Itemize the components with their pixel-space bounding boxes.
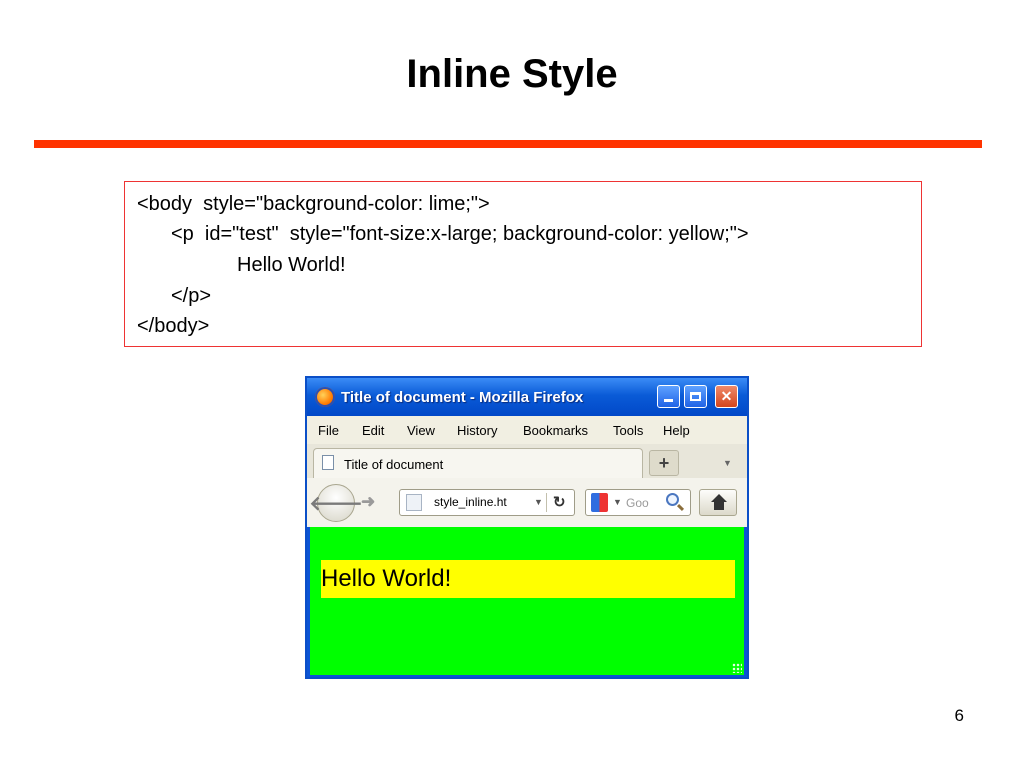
menu-view[interactable]: View (407, 423, 435, 438)
home-button[interactable] (699, 489, 737, 516)
code-box: <body style="background-color: lime;"> <… (124, 181, 922, 347)
menu-history[interactable]: History (457, 423, 497, 438)
maximize-button[interactable] (684, 385, 707, 408)
search-engine-dropdown-icon[interactable]: ▼ (613, 497, 622, 507)
search-icon[interactable] (666, 493, 679, 506)
window-titlebar[interactable]: Title of document - Mozilla Firefox ✕ (307, 378, 747, 416)
window-title: Title of document - Mozilla Firefox (341, 389, 584, 406)
search-bar[interactable]: ▼ Goo (585, 489, 691, 516)
menu-file[interactable]: File (318, 423, 339, 438)
url-separator (546, 493, 547, 512)
firefox-logo-icon (315, 387, 335, 407)
new-tab-button[interactable]: + (649, 450, 679, 476)
minimize-button[interactable] (657, 385, 680, 408)
resize-grip[interactable] (732, 663, 742, 673)
back-button[interactable]: 🡐 (309, 484, 363, 522)
slide-title: Inline Style (406, 52, 618, 96)
tab-label: Title of document (344, 457, 444, 472)
menu-edit[interactable]: Edit (362, 423, 384, 438)
close-button[interactable]: ✕ (715, 385, 738, 408)
google-icon[interactable] (591, 493, 608, 512)
url-text[interactable]: style_inline.ht (434, 495, 507, 509)
code-line: </p> (171, 285, 212, 307)
code-line: <body style="background-color: lime;"> (137, 193, 490, 215)
menu-help[interactable]: Help (663, 423, 690, 438)
menu-bar: File Edit View History Bookmarks Tools H… (307, 416, 747, 444)
hello-paragraph: Hello World! (321, 560, 735, 598)
code-line: </body> (137, 315, 210, 337)
forward-button[interactable]: ➜ (361, 492, 375, 512)
page-number: 6 (954, 706, 964, 725)
maximize-icon (690, 392, 701, 401)
minimize-icon (664, 399, 673, 402)
search-input[interactable]: Goo (626, 496, 649, 510)
browser-chrome: File Edit View History Bookmarks Tools H… (307, 416, 747, 527)
page-content: Hello World! (310, 527, 744, 675)
back-arrow-icon: 🡐 (309, 492, 363, 515)
url-bar[interactable]: style_inline.ht ▼ ↻ (399, 489, 575, 516)
url-dropdown-icon[interactable]: ▼ (534, 497, 543, 507)
home-icon (711, 494, 727, 502)
page-icon (406, 494, 422, 511)
firefox-window: Title of document - Mozilla Firefox ✕ Fi… (305, 376, 749, 679)
close-icon: ✕ (720, 388, 733, 404)
tab-document[interactable]: Title of document (313, 448, 643, 478)
forward-arrow-icon: ➜ (361, 492, 376, 511)
navigation-bar: 🡐 ➜ style_inline.ht ▼ ↻ ▼ Goo (307, 478, 747, 527)
code-line: <p id="test" style="font-size:x-large; b… (171, 223, 749, 245)
menu-tools[interactable]: Tools (613, 423, 643, 438)
tab-strip: Title of document + ▼ (307, 444, 747, 479)
tab-list-chevron-icon[interactable]: ▼ (723, 458, 732, 468)
page-icon (322, 455, 334, 470)
title-divider (34, 140, 982, 148)
reload-icon[interactable]: ↻ (553, 493, 566, 511)
code-line: Hello World! (237, 254, 346, 276)
home-icon-body (714, 502, 724, 510)
menu-bookmarks[interactable]: Bookmarks (523, 423, 588, 438)
